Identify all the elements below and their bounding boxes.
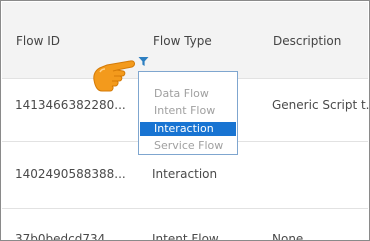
filter-option-intent-flow[interactable]: Intent Flow — [140, 104, 236, 118]
column-header-description[interactable]: Description — [273, 34, 341, 48]
filter-option-data-flow[interactable]: Data Flow — [140, 87, 236, 101]
column-header-flow-id[interactable]: Flow ID — [16, 34, 60, 48]
flow-id-cell: 1413466382280... — [15, 98, 126, 112]
row-divider — [2, 208, 368, 209]
pointing-hand-icon — [93, 60, 135, 92]
description-cell: Generic Script t... — [272, 98, 370, 112]
filter-icon[interactable] — [138, 56, 149, 67]
flow-type-cell: Interaction — [152, 167, 218, 181]
filter-option-service-flow[interactable]: Service Flow — [140, 139, 236, 153]
flow-type-cell: Intent Flow — [152, 232, 219, 241]
flow-table-panel: Flow ID Flow Type Description 1413466382… — [0, 0, 370, 241]
description-cell: None — [272, 232, 304, 241]
flow-type-filter-dropdown[interactable]: Data Flow Intent Flow Interaction Servic… — [138, 71, 238, 155]
table-header: Flow ID Flow Type Description — [2, 2, 368, 78]
filter-option-interaction[interactable]: Interaction — [140, 122, 236, 136]
column-header-flow-type[interactable]: Flow Type — [153, 34, 212, 48]
flow-id-cell: 1402490588388... — [15, 167, 126, 181]
flow-id-cell: 37b0bedcd734... — [15, 232, 117, 241]
